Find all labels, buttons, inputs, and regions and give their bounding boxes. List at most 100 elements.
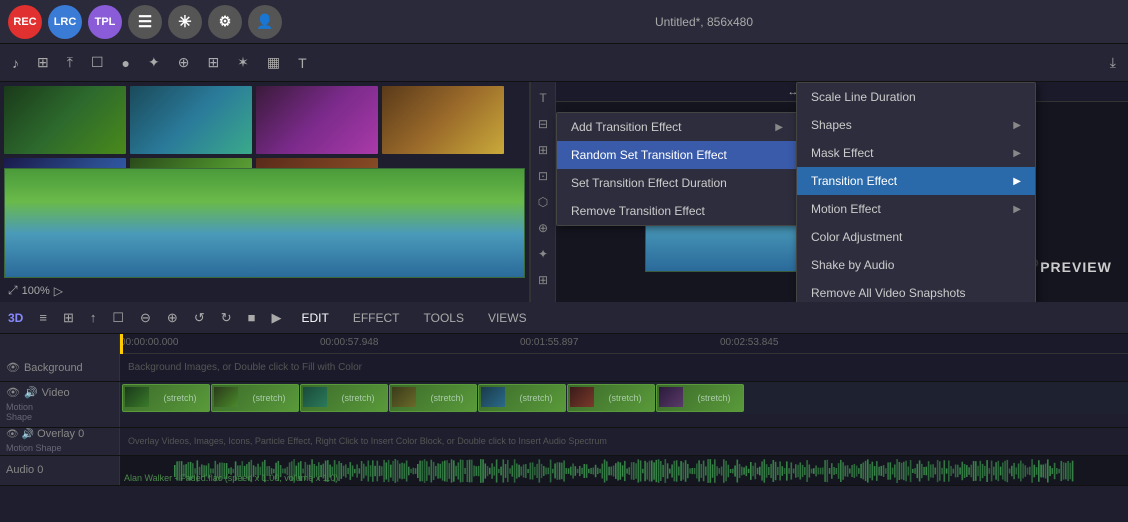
menu-set-duration[interactable]: Set Transition Effect Duration [557, 169, 797, 197]
tl-zoom-in-icon[interactable]: ⊕ [163, 308, 182, 328]
music-icon[interactable]: ♪ [8, 53, 23, 73]
thumbnail-1[interactable] [4, 86, 126, 154]
tl-up-icon[interactable]: ↑ [86, 308, 101, 327]
menu-add-transition[interactable]: Add Transition Effect ▶ [557, 113, 797, 141]
grid-icon[interactable]: ⊞ [33, 52, 53, 73]
shape-label: Shape [6, 413, 33, 423]
shapes-arrow: ▶ [1013, 120, 1021, 131]
track-audio-row: Audio 0 Alan Walker - Faded.flac (speed … [0, 456, 1128, 486]
video-clip-7[interactable]: (stretch) [656, 384, 744, 412]
menu-scale-line[interactable]: Scale Line Duration [797, 83, 1035, 111]
tl-stop-icon[interactable]: ■ [244, 308, 260, 327]
video-speaker-icon[interactable]: 🔊 [24, 386, 38, 399]
text-icon[interactable]: T [294, 53, 311, 73]
menu-color-adjustment[interactable]: Color Adjustment [797, 223, 1035, 251]
clip-label-7: (stretch) [697, 393, 730, 403]
tl-redo-icon[interactable]: ↻ [217, 308, 236, 328]
list-button[interactable]: ☰ [128, 5, 162, 39]
tpl-button[interactable]: TPL [88, 5, 122, 39]
video-eye-icon[interactable]: 👁 [6, 386, 20, 399]
motion-effect-label: Motion Effect [811, 202, 881, 216]
thumbnail-4[interactable] [382, 86, 504, 154]
zoom-indicator: ⤢ 100% ▷ [8, 283, 63, 298]
tl-frame-icon[interactable]: ☐ [108, 308, 128, 328]
split-icon[interactable]: ⊟ [536, 114, 550, 134]
bg-eye-icon[interactable]: 👁 [6, 361, 20, 374]
timeline-section: 3D ≡ ⊞ ↑ ☐ ⊖ ⊕ ↺ ↻ ■ ▶ EDIT EFFECT TOOLS… [0, 302, 1128, 522]
video-clip-2[interactable]: (stretch) [211, 384, 299, 412]
timeline-ruler: 00:00:00.000 00:00:57.948 00:01:55.897 0… [0, 334, 1128, 354]
preview-label: PPREVIEW [1027, 256, 1112, 277]
transition-arrow: ▶ [1013, 176, 1021, 187]
figure-button[interactable]: ⚙ [208, 5, 242, 39]
add-transition-arrow: ▶ [775, 122, 783, 133]
overlay-label-row: 👁 🔊 Overlay 0 [6, 428, 84, 440]
menu-motion-effect[interactable]: Motion Effect ▶ [797, 195, 1035, 223]
tab-views[interactable]: VIEWS [480, 309, 535, 327]
menu-remove-transition[interactable]: Remove Transition Effect [557, 197, 797, 225]
track-audio-content[interactable]: Alan Walker - Faded.flac (speed x 1.00, … [120, 456, 1128, 485]
tl-rows-icon[interactable]: ≡ [35, 308, 51, 327]
video-clip-5[interactable]: (stretch) [478, 384, 566, 412]
export-icon[interactable]: ⤓ [1106, 52, 1120, 73]
playhead[interactable] [120, 334, 123, 354]
menu-shake-audio[interactable]: Shake by Audio [797, 251, 1035, 279]
effects-button[interactable]: ✳ [168, 5, 202, 39]
tab-effect[interactable]: EFFECT [345, 309, 408, 327]
import-icon[interactable]: ⤒ [63, 52, 77, 73]
overlay-speaker-icon[interactable]: 🔊 [22, 429, 34, 440]
sticker-icon[interactable]: ● [118, 53, 134, 73]
star2-icon[interactable]: ✶ [233, 52, 253, 73]
track-overlay-row: 👁 🔊 Overlay 0 Motion Shape Overlay Video… [0, 428, 1128, 456]
effects-icon[interactable]: ✦ [144, 52, 164, 73]
transition-effect-label: Transition Effect [811, 174, 897, 188]
tab-tools[interactable]: TOOLS [416, 309, 472, 327]
tl-zoom-out-icon[interactable]: ⊖ [136, 308, 155, 328]
menu-shapes[interactable]: Shapes ▶ [797, 111, 1035, 139]
thumbnail-3[interactable] [256, 86, 378, 154]
frame-icon[interactable]: ☐ [87, 52, 108, 73]
video-clip-3[interactable]: (stretch) [300, 384, 388, 412]
menu-mask-effect[interactable]: Mask Effect ▶ [797, 139, 1035, 167]
filter-icon[interactable]: ⊡ [536, 166, 550, 186]
thumbnail-2[interactable] [130, 86, 252, 154]
track-video-content[interactable]: (stretch) (stretch) (stretch) (stretch) [120, 382, 1128, 414]
menu-remove-snapshots[interactable]: Remove All Video Snapshots [797, 279, 1035, 302]
video-clip-1[interactable]: (stretch) [122, 384, 210, 412]
rec-button[interactable]: REC [8, 5, 42, 39]
track-overlay-content[interactable]: Overlay Videos, Images, Icons, Particle … [120, 428, 1128, 455]
window-title: Untitled*, 856x480 [288, 15, 1120, 29]
overlay-eye-icon[interactable]: 👁 [6, 429, 19, 440]
tab-edit[interactable]: EDIT [293, 309, 336, 327]
track-video-name: Video [42, 387, 70, 399]
overlay-placeholder: Overlay Videos, Images, Icons, Particle … [120, 428, 1128, 455]
frame2-icon[interactable]: ⊞ [536, 270, 550, 290]
top-toolbar: REC LRC TPL ☰ ✳ ⚙ 👤 Untitled*, 856x480 [0, 0, 1128, 44]
ruler-mark-3: 00:02:53.845 [720, 337, 778, 348]
color-icon[interactable]: ⬡ [536, 192, 550, 212]
video-clip-6[interactable]: (stretch) [567, 384, 655, 412]
person-button[interactable]: 👤 [248, 5, 282, 39]
shake-audio-label: Shake by Audio [811, 258, 894, 272]
tl-undo-icon[interactable]: ↺ [190, 308, 209, 328]
lrc-button[interactable]: LRC [48, 5, 82, 39]
tl-play-icon[interactable]: ▶ [267, 308, 285, 328]
multi-icon[interactable]: ⊕ [174, 52, 194, 73]
zoom-play-icon[interactable]: ▷ [54, 284, 63, 298]
crop-icon[interactable]: ⊞ [536, 140, 550, 160]
video-clip-4[interactable]: (stretch) [389, 384, 477, 412]
shapes-label: Shapes [811, 118, 852, 132]
layer-icon[interactable]: ⊕ [536, 218, 550, 238]
clip-thumb-3 [303, 387, 327, 407]
zoom-expand-icon[interactable]: ⤢ [8, 283, 18, 298]
text-tool-icon[interactable]: T [537, 88, 548, 108]
track-background-label: 👁 Background [0, 354, 120, 381]
menu-random-transition[interactable]: Random Set Transition Effect [557, 141, 797, 169]
track-icon[interactable]: ⊞ [203, 52, 223, 73]
track-background-content[interactable]: Background Images, or Double click to Fi… [120, 354, 1128, 381]
motion-arrow: ▶ [1013, 204, 1021, 215]
bars-icon[interactable]: ▦ [263, 52, 284, 73]
menu-transition-effect[interactable]: Transition Effect ▶ [797, 167, 1035, 195]
tl-grid-icon[interactable]: ⊞ [59, 308, 78, 328]
sparkle-icon[interactable]: ✦ [536, 244, 550, 264]
